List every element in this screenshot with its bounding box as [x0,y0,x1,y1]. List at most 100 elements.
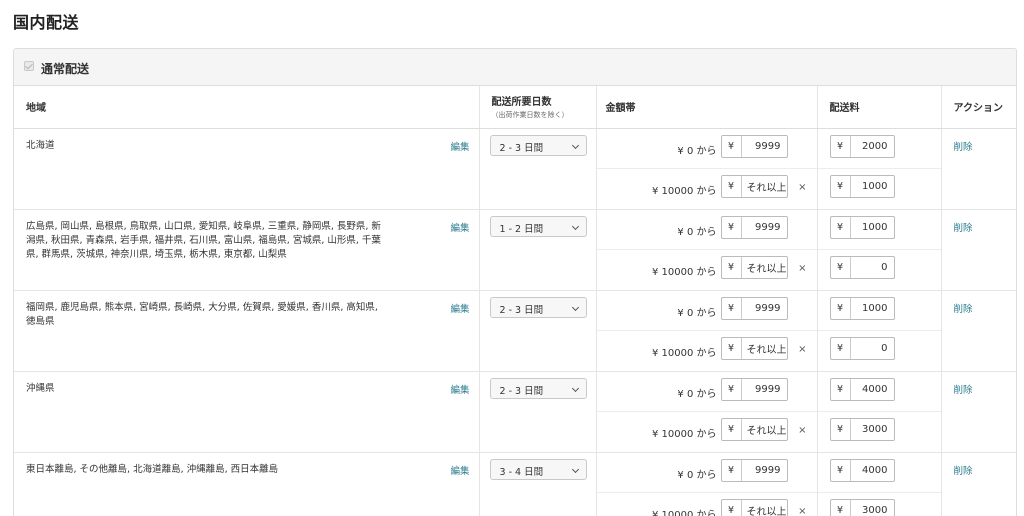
band-upper-value: 9999 [755,464,781,476]
yen-addon: ¥ [722,135,742,157]
table-row: 北海道 編集 2 - 3 日間 ¥ 0 から ¥ 9999 ¥ 10000 から [14,128,1016,210]
days-select[interactable]: 2 - 3 日間 [489,134,587,156]
band-from-label: ¥ 0 から [677,388,717,400]
header-days-note: （出荷作業日数を除く） [491,111,569,120]
fee-value: 3000 [862,423,888,435]
page-title: 国内配送 [13,13,80,32]
fee-line: ¥ 1000 [817,210,941,250]
band-upper-value: 9999 [755,383,781,395]
chevron-down-icon [571,141,579,149]
header-fee: 配送料 [816,86,941,129]
fee-input[interactable]: ¥ 1000 [829,215,895,239]
band-upper-input[interactable]: ¥ それ以上 [720,498,788,516]
band-from-label: ¥ 0 から [677,469,717,481]
days-cell: 2 - 3 日間 [478,371,596,453]
region-cell: 東日本離島, その他離島, 北海道離島, 沖縄離島, 西日本離島 編集 [14,452,479,516]
shipping-panel: 通常配送 地域 配送所要日数 （出荷作業日数を除く） 金額帯 配送料 アクション [13,48,1017,516]
days-select-value: 1 - 2 日間 [499,223,544,235]
delete-link[interactable]: 削除 [954,304,973,315]
days-select[interactable]: 1 - 2 日間 [489,215,587,237]
price-band: ¥ 10000 から ¥ それ以上 × [597,493,817,516]
days-select[interactable]: 2 - 3 日間 [489,296,587,318]
fee-input[interactable]: ¥ 2000 [829,134,895,158]
fee-input[interactable]: ¥ 3000 [829,417,895,441]
fee-input[interactable]: ¥ 3000 [829,498,895,516]
edit-link[interactable]: 編集 [450,463,469,477]
band-upper-value: それ以上 [746,425,787,437]
delete-link[interactable]: 削除 [954,466,973,477]
remove-band-icon[interactable]: × [798,425,806,436]
band-upper-input[interactable]: ¥ 9999 [720,134,788,158]
yen-addon: ¥ [722,175,742,197]
panel-checkbox[interactable] [24,61,34,71]
days-select[interactable]: 2 - 3 日間 [489,377,587,399]
fee-input[interactable]: ¥ 1000 [829,296,895,320]
remove-band-icon[interactable]: × [798,263,806,274]
chevron-down-icon [571,465,579,473]
region-text: 福岡県, 鹿児島県, 熊本県, 宮崎県, 長崎県, 大分県, 佐賀県, 愛媛県,… [26,301,378,327]
band-upper-input[interactable]: ¥ それ以上 [720,336,788,360]
yen-addon: ¥ [722,337,742,359]
days-select[interactable]: 3 - 4 日間 [489,458,587,480]
edit-link[interactable]: 編集 [450,220,469,234]
band-upper-input[interactable]: ¥ 9999 [720,296,788,320]
band-upper-value: 9999 [755,140,781,152]
price-band: ¥ 10000 から ¥ それ以上 × [597,331,817,371]
band-upper-input[interactable]: ¥ それ以上 [720,255,788,279]
fee-cell: ¥ 1000 ¥ 0 [816,290,941,372]
fee-line: ¥ 4000 [817,372,941,412]
band-upper-input[interactable]: ¥ 9999 [720,215,788,239]
days-cell: 2 - 3 日間 [478,128,596,210]
remove-band-icon[interactable]: × [798,344,806,355]
band-upper-input[interactable]: ¥ 9999 [720,377,788,401]
header-days-label: 配送所要日数 [491,97,552,109]
band-from-label: ¥ 10000 から [651,266,717,278]
fee-cell: ¥ 4000 ¥ 3000 [816,371,941,453]
fee-input[interactable]: ¥ 4000 [829,377,895,401]
price-band: ¥ 0 から ¥ 9999 [596,129,817,169]
fee-input[interactable]: ¥ 0 [829,336,895,360]
delete-link[interactable]: 削除 [954,142,973,153]
band-upper-value: それ以上 [746,263,787,275]
edit-link[interactable]: 編集 [450,301,469,315]
chevron-down-icon [571,303,579,311]
delete-link[interactable]: 削除 [954,223,973,234]
band-from-label: ¥ 10000 から [651,185,717,197]
fee-value: 0 [881,261,888,273]
action-cell: 削除 [940,452,1016,516]
price-band: ¥ 0 から ¥ 9999 [596,372,817,412]
table-header-row: 地域 配送所要日数 （出荷作業日数を除く） 金額帯 配送料 アクション [14,86,1016,129]
price-band: ¥ 10000 から ¥ それ以上 × [597,412,817,452]
band-upper-input[interactable]: ¥ 9999 [720,458,788,482]
fee-line: ¥ 3000 [818,412,941,452]
band-from-label: ¥ 0 から [677,307,717,319]
price-band: ¥ 0 から ¥ 9999 [596,210,817,250]
days-cell: 2 - 3 日間 [478,290,596,372]
header-days: 配送所要日数 （出荷作業日数を除く） [478,86,596,129]
remove-band-icon[interactable]: × [798,506,806,516]
yen-addon: ¥ [831,337,851,359]
fee-line: ¥ 1000 [818,169,941,209]
action-cell: 削除 [940,209,1016,291]
edit-link[interactable]: 編集 [450,382,469,396]
yen-addon: ¥ [722,297,742,319]
days-cell: 1 - 2 日間 [478,209,596,291]
price-band: ¥ 10000 から ¥ それ以上 × [597,169,817,209]
yen-addon: ¥ [831,499,851,516]
fee-input[interactable]: ¥ 0 [829,255,895,279]
edit-link[interactable]: 編集 [450,139,469,153]
fee-value: 1000 [862,180,888,192]
band-upper-input[interactable]: ¥ それ以上 [720,174,788,198]
fee-line: ¥ 1000 [817,291,941,331]
table-row: 広島県, 岡山県, 島根県, 鳥取県, 山口県, 愛知県, 岐阜県, 三重県, … [14,209,1016,291]
band-from-label: ¥ 10000 から [651,428,717,440]
delete-link[interactable]: 削除 [954,385,973,396]
band-upper-input[interactable]: ¥ それ以上 [720,417,788,441]
shipping-table: 地域 配送所要日数 （出荷作業日数を除く） 金額帯 配送料 アクション 北海道 … [14,86,1016,516]
fee-input[interactable]: ¥ 1000 [829,174,895,198]
table-row: 福岡県, 鹿児島県, 熊本県, 宮崎県, 長崎県, 大分県, 佐賀県, 愛媛県,… [14,290,1016,372]
fee-value: 4000 [862,464,888,476]
remove-band-icon[interactable]: × [798,182,806,193]
band-cell: ¥ 0 から ¥ 9999 ¥ 10000 から ¥ それ以上 × [595,371,817,453]
fee-input[interactable]: ¥ 4000 [829,458,895,482]
